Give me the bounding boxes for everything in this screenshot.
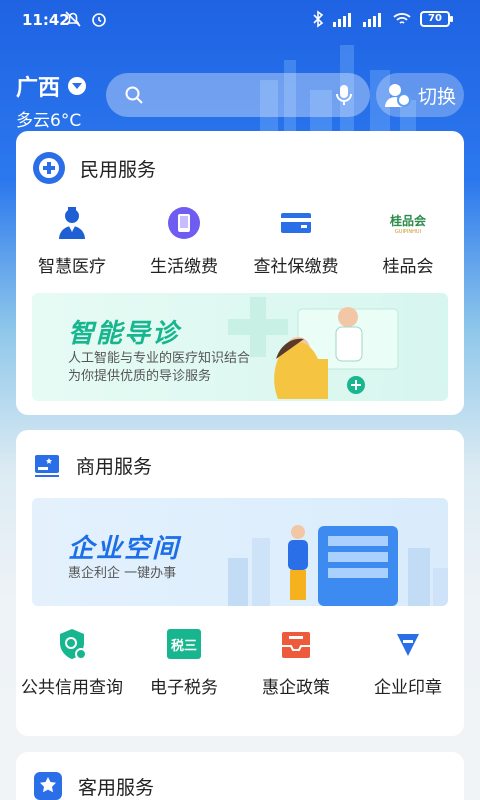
bluetooth-icon (313, 10, 324, 28)
location-selector[interactable]: 广西 多云6°C (16, 70, 87, 131)
guipinhui-logo: 桂品会 GUIPINHUI (388, 203, 428, 243)
status-bar: 11:42 70 (0, 0, 480, 40)
switch-label: 切换 (417, 85, 456, 108)
enterprise-seal-item[interactable]: 企业印章 (353, 624, 463, 700)
city-skyline-illustration (228, 525, 448, 606)
enterprise-space-subtitle: 惠企利企 一键办事 (68, 566, 177, 581)
wifi-icon (393, 13, 411, 24)
signal-icon-2 (363, 13, 381, 27)
smart-medical-label: 智慧医疗 (38, 257, 106, 277)
social-security-item[interactable]: 查社保缴费 (241, 203, 351, 279)
life-payment-label: 生活缴费 (150, 257, 218, 277)
muted-bell-icon (65, 11, 81, 27)
public-credit-label: 公共信用查询 (21, 678, 123, 698)
e-tax-label: 电子税务 (150, 678, 218, 698)
search-icon (125, 86, 143, 104)
status-left-icons (64, 10, 108, 28)
policy-item[interactable]: 惠企政策 (241, 624, 351, 700)
policy-label: 惠企政策 (262, 678, 330, 698)
doctor-icon (59, 207, 85, 239)
guest-star-icon (34, 772, 62, 800)
e-tax-item[interactable]: 税三 电子税务 (129, 624, 239, 700)
card-icon (281, 213, 311, 233)
social-security-label: 查社保缴费 (253, 257, 339, 277)
enterprise-seal-label: 企业印章 (374, 678, 442, 698)
tax-icon: 税三 (167, 629, 201, 659)
smart-guide-banner[interactable]: 智能导诊 人工智能与专业的医疗知识结合 为你提供优质的导诊服务 (32, 293, 448, 401)
guipinhui-logo-subtext: GUIPINHUI (394, 228, 422, 235)
signal-icon (333, 13, 351, 27)
city-name: 广西 (16, 76, 61, 101)
guest-services-card: 客用服务 (16, 752, 464, 800)
switch-user-icon (384, 84, 411, 107)
doctor-illustration (274, 307, 399, 399)
search-bar[interactable] (106, 73, 370, 117)
enterprise-space-banner[interactable]: 企业空间 惠企利企 一键办事 (32, 498, 448, 606)
battery-indicator: 70 (420, 11, 453, 27)
alarm-icon (92, 13, 106, 27)
civil-services-card: 民用服务 智慧医疗 生活缴费 查社保缴费 桂品会 GUIPINHUI 桂品会 智… (16, 131, 464, 415)
weather-text: 多云6°C (16, 111, 82, 131)
guipinhui-label: 桂品会 (382, 257, 434, 277)
smart-guide-line1: 人工智能与专业的医疗知识结合 (68, 351, 251, 366)
phone-payment-icon (168, 207, 200, 239)
credit-shield-icon (60, 629, 87, 660)
seal-icon (397, 634, 419, 656)
medical-cross-icon (33, 152, 65, 184)
smart-guide-line2: 为你提供优质的导诊服务 (68, 369, 212, 384)
business-services-title: 商用服务 (76, 455, 153, 478)
life-payment-item[interactable]: 生活缴费 (129, 203, 239, 279)
policy-tray-icon (282, 632, 310, 658)
business-board-icon (35, 455, 59, 477)
guest-services-title: 客用服务 (78, 776, 155, 799)
smart-guide-title: 智能导诊 (68, 319, 181, 349)
chevron-down-icon (68, 77, 87, 95)
enterprise-space-title: 企业空间 (68, 534, 181, 564)
status-right-icons: 70 (312, 10, 453, 28)
guipinhui-logo-text: 桂品会 (389, 213, 426, 228)
status-time: 11:42 (22, 11, 70, 29)
civil-services-title: 民用服务 (80, 158, 157, 181)
microphone-icon[interactable] (336, 84, 352, 106)
guipinhui-item[interactable]: 桂品会 GUIPINHUI 桂品会 (353, 203, 463, 279)
smart-medical-item[interactable]: 智慧医疗 (17, 203, 127, 279)
public-credit-item[interactable]: 公共信用查询 (17, 624, 127, 700)
business-services-card: 商用服务 企业空间 惠企利企 一键办事 公共信用查询 税三 电子税务 惠企政策 … (16, 430, 464, 736)
switch-button[interactable]: 切换 (376, 73, 464, 117)
tax-icon-text: 税三 (170, 638, 197, 654)
